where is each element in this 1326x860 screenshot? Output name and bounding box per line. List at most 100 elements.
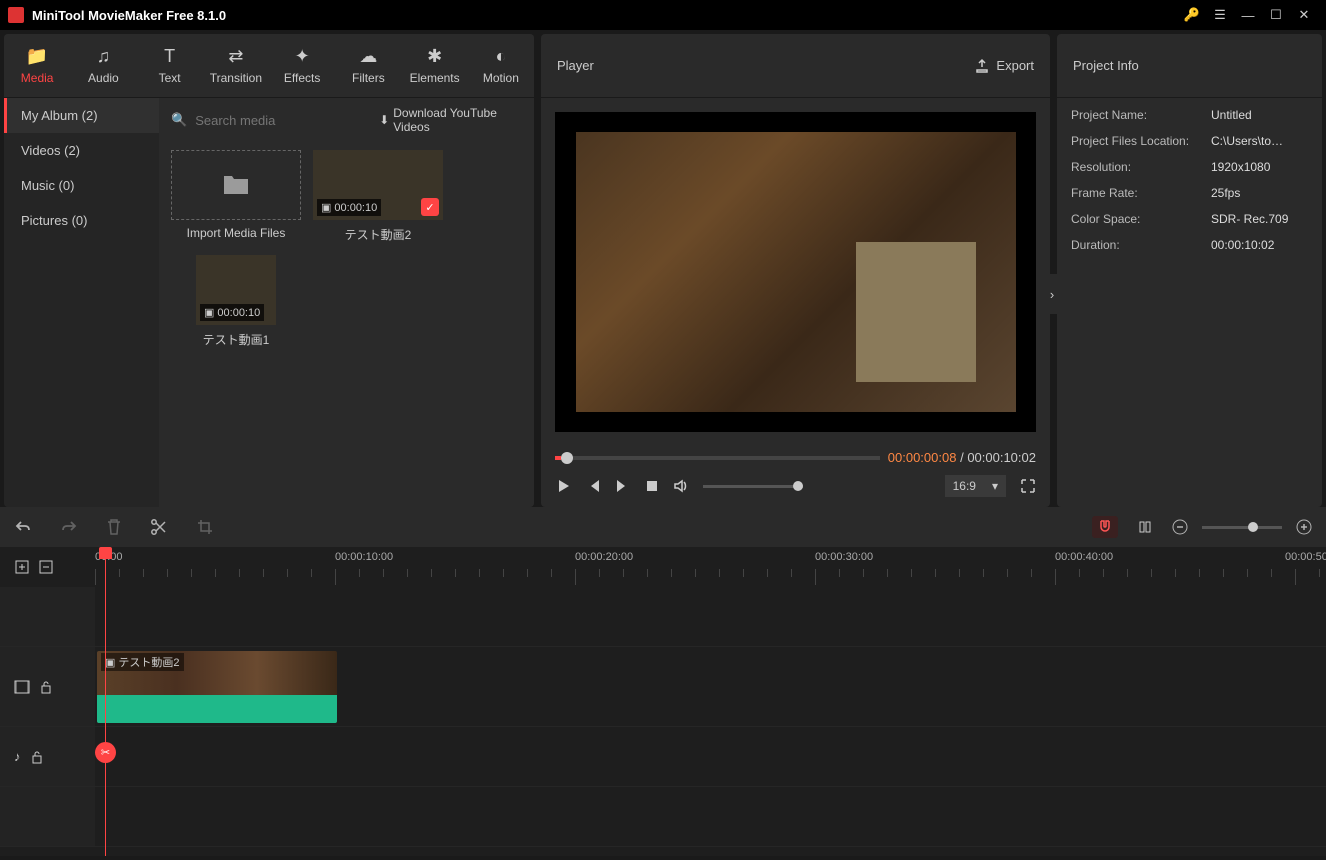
- info-value: Untitled: [1211, 108, 1308, 122]
- link-tracks-toggle[interactable]: [1132, 516, 1158, 538]
- film-icon: ▣: [204, 306, 214, 319]
- search-input[interactable]: [195, 113, 371, 128]
- playhead[interactable]: ✂: [105, 547, 106, 856]
- minimize-button[interactable]: —: [1234, 1, 1262, 29]
- add-track-button[interactable]: [14, 559, 30, 575]
- crop-button[interactable]: [196, 518, 214, 536]
- player-panel: Player Export 00:00:00:08 / 00:00:10:02: [541, 34, 1050, 507]
- close-button[interactable]: ✕: [1290, 1, 1318, 29]
- ruler-tick: [1319, 569, 1320, 577]
- overlay-track[interactable]: [0, 587, 1326, 647]
- media-name: テスト動画2: [345, 226, 412, 243]
- import-media-button[interactable]: Import Media Files: [171, 150, 301, 243]
- video-track-icon: [14, 680, 30, 694]
- sidebar-item[interactable]: Videos (2): [4, 133, 159, 168]
- unlock-key-icon[interactable]: 🔑: [1178, 1, 1206, 29]
- ruler-tick: [839, 569, 840, 577]
- download-icon: ⬇: [379, 113, 389, 127]
- total-time: 00:00:10:02: [967, 450, 1036, 465]
- elements-icon: ✱: [427, 46, 442, 67]
- delete-button[interactable]: [106, 518, 122, 536]
- audio-track[interactable]: ♪: [0, 727, 1326, 787]
- undo-button[interactable]: [14, 518, 32, 536]
- export-button[interactable]: Export: [974, 58, 1034, 74]
- ruler-tick: [1199, 569, 1200, 577]
- ruler-tick: [623, 569, 624, 577]
- ruler-tick: [383, 569, 384, 577]
- toolbar-motion[interactable]: ◐Motion: [468, 34, 534, 97]
- ruler-label: 00:00:40:00: [1055, 551, 1113, 563]
- video-track[interactable]: ▣ テスト動画2: [0, 647, 1326, 727]
- ruler-tick: [503, 569, 504, 577]
- zoom-out-button[interactable]: [1172, 519, 1188, 535]
- download-youtube-link[interactable]: ⬇ Download YouTube Videos: [379, 106, 522, 134]
- lock-track-icon[interactable]: [31, 750, 43, 764]
- ruler-tick: [647, 569, 648, 577]
- project-info-row: Project Name:Untitled: [1071, 108, 1308, 122]
- ruler-tick: [191, 569, 192, 577]
- info-value: 00:00:10:02: [1211, 238, 1308, 252]
- play-button[interactable]: [555, 478, 571, 494]
- timeline-ruler[interactable]: 00:0000:00:10:0000:00:20:0000:00:30:0000…: [0, 547, 1326, 587]
- ruler-tick: [911, 569, 912, 577]
- sidebar-item[interactable]: Music (0): [4, 168, 159, 203]
- prev-frame-button[interactable]: [585, 478, 601, 494]
- video-preview[interactable]: [555, 112, 1036, 432]
- film-icon: ▣: [321, 201, 331, 214]
- sidebar-item[interactable]: Pictures (0): [4, 203, 159, 238]
- motion-icon: ◐: [495, 46, 506, 67]
- clip-type-icon: ▣: [105, 656, 115, 669]
- export-label: Export: [996, 58, 1034, 73]
- ruler-tick: [1271, 569, 1272, 577]
- toolbar-transition[interactable]: ⇄Transition: [203, 34, 269, 97]
- media-thumbnail[interactable]: ▣00:00:10✓テスト動画2: [313, 150, 443, 243]
- magnet-snap-toggle[interactable]: [1092, 516, 1118, 538]
- toolbar-effects[interactable]: ✦Effects: [269, 34, 335, 97]
- lock-track-icon[interactable]: [40, 680, 52, 694]
- remove-track-button[interactable]: [38, 559, 54, 575]
- volume-slider[interactable]: [703, 485, 803, 488]
- media-panel: 📁Media♫AudioTText⇄Transition✦Effects☁Fil…: [4, 34, 534, 507]
- fullscreen-button[interactable]: [1020, 478, 1036, 494]
- effects-icon: ✦: [295, 46, 310, 67]
- toolbar-audio[interactable]: ♫Audio: [70, 34, 136, 97]
- menu-icon[interactable]: ☰: [1206, 1, 1234, 29]
- extra-track[interactable]: [0, 787, 1326, 847]
- timeline-toolbar: [0, 507, 1326, 547]
- volume-button[interactable]: [673, 478, 689, 494]
- project-info-row: Duration:00:00:10:02: [1071, 238, 1308, 252]
- zoom-in-button[interactable]: [1296, 519, 1312, 535]
- playhead-split-icon[interactable]: ✂: [95, 742, 116, 763]
- split-button[interactable]: [150, 518, 168, 536]
- ruler-tick: [287, 569, 288, 577]
- toolbar-media[interactable]: 📁Media: [4, 34, 70, 97]
- ruler-tick: [167, 569, 168, 577]
- toolbar-label: Elements: [410, 71, 460, 85]
- media-thumbnail[interactable]: ▣00:00:10テスト動画1: [171, 255, 301, 348]
- info-key: Project Files Location:: [1071, 134, 1211, 148]
- ruler-tick: [359, 569, 360, 577]
- toolbar-filters[interactable]: ☁Filters: [335, 34, 401, 97]
- ruler-tick: [1031, 569, 1032, 577]
- checked-icon: ✓: [421, 198, 439, 216]
- media-sidebar: My Album (2)Videos (2)Music (0)Pictures …: [4, 98, 159, 507]
- export-icon: [974, 58, 990, 74]
- redo-button[interactable]: [60, 518, 78, 536]
- info-value: 25fps: [1211, 186, 1308, 200]
- next-frame-button[interactable]: [615, 478, 631, 494]
- ruler-tick: [407, 569, 408, 577]
- timeline-clip[interactable]: ▣ テスト動画2: [97, 651, 337, 723]
- toolbar-elements[interactable]: ✱ Elements: [402, 34, 468, 97]
- toolbar-text[interactable]: TText: [137, 34, 203, 97]
- toolbar-label: Audio: [88, 71, 119, 85]
- collapse-panel-button[interactable]: ›: [1047, 274, 1057, 314]
- chevron-down-icon: ▾: [992, 479, 998, 493]
- player-scrubber[interactable]: [555, 456, 880, 460]
- aspect-ratio-select[interactable]: 16:9 ▾: [945, 475, 1006, 497]
- sidebar-item[interactable]: My Album (2): [4, 98, 159, 133]
- ruler-tick: [551, 569, 552, 577]
- stop-button[interactable]: [645, 479, 659, 493]
- ruler-tick: [1127, 569, 1128, 577]
- maximize-button[interactable]: ☐: [1262, 1, 1290, 29]
- zoom-slider[interactable]: [1202, 526, 1282, 529]
